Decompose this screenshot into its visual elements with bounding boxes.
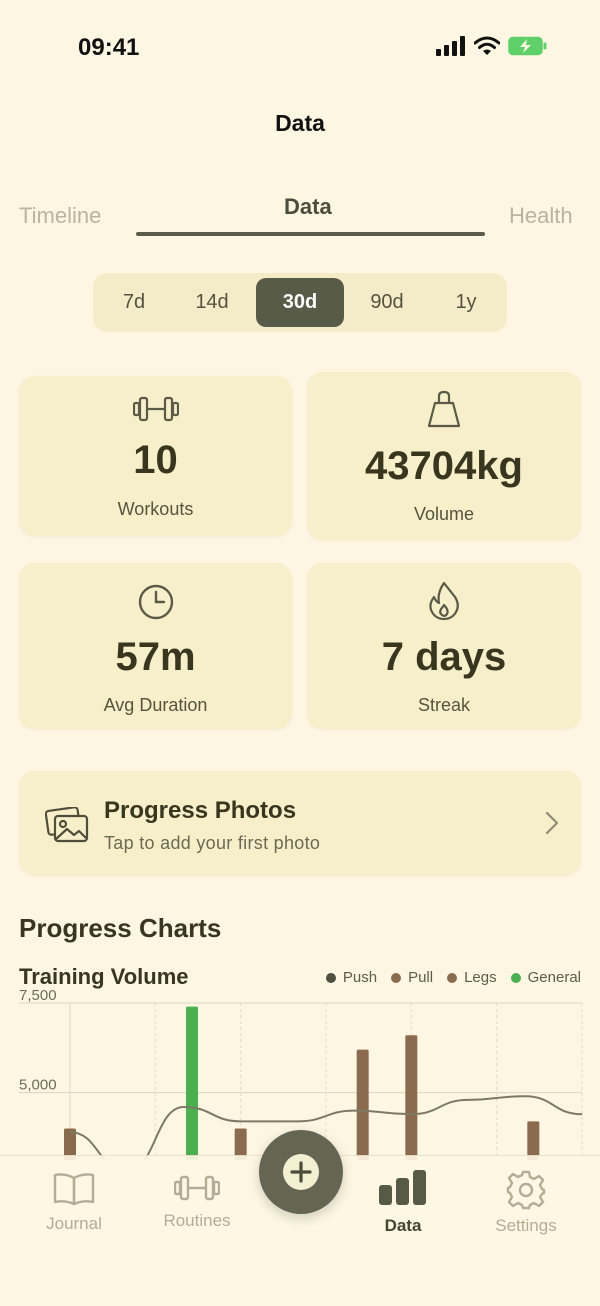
stat-label-volume: Volume [413,504,475,524]
y-tick-label: 7,500 [19,990,57,1004]
clock-icon [138,584,173,620]
dumbbell-icon [174,1175,220,1201]
range-1y[interactable]: 1y [435,278,497,327]
tabbar-label-data: Data [384,1216,422,1235]
legend-label-legs: Legs [464,969,497,986]
status-icons [436,36,548,56]
bar-pull-3[interactable] [356,1049,369,1160]
stat-value-volume: 43704kg [365,444,523,488]
legend-dot-pull [391,972,402,983]
stat-value-avg-duration: 57m [115,635,196,679]
stat-card-streak[interactable]: 7 days Streak [307,563,581,729]
bar-general-1[interactable] [186,1006,198,1160]
chevron-right-icon [545,811,559,835]
legend-label-push: Push [342,969,378,986]
tabbar-label-routines: Routines [163,1211,231,1230]
legend-dot-push [325,972,336,983]
legend-label-pull: Pull [408,969,434,986]
tabbar-journal[interactable]: Journal [14,1156,134,1236]
chart-title: Training Volume [19,964,189,989]
range-90d[interactable]: 90d [353,278,421,327]
tab-active-indicator [136,232,485,236]
book-icon [53,1173,95,1206]
add-workout-button[interactable] [259,1130,343,1214]
tab-health[interactable]: Health [509,203,573,229]
tab-timeline[interactable]: Timeline [19,203,101,229]
dumbbell-icon [132,396,179,422]
battery-charging-icon [508,36,547,56]
legend-dot-general [510,972,521,983]
tabbar-settings[interactable]: Settings [466,1156,586,1236]
tabbar-label-journal: Journal [46,1214,102,1233]
status-bar: 09:41 [0,0,600,100]
fab-inner-circle [283,1154,319,1190]
tabbar-routines[interactable]: Routines [137,1156,257,1236]
bar-chart-icon [379,1170,426,1205]
range-selector: 7d 14d 30d 90d 1y [93,273,507,332]
kettlebell-icon [427,390,461,428]
photos-icon [45,807,89,843]
range-7d[interactable]: 7d [103,278,165,327]
range-14d[interactable]: 14d [179,278,245,327]
stat-label-avg-duration: Avg Duration [103,695,208,715]
tab-data[interactable]: Data [284,194,332,220]
range-30d[interactable]: 30d [256,278,344,327]
stat-label-workouts: Workouts [117,499,194,519]
progress-photos-subtitle: Tap to add your first photo [104,833,321,853]
progress-photos-card[interactable]: Progress Photos Tap to add your first ph… [19,771,581,875]
bar-pull-4[interactable] [405,1035,418,1160]
page-title: Data [275,110,325,136]
stat-card-volume[interactable]: 43704kg Volume [307,372,581,540]
legend-item-legs: Legs [447,969,497,986]
wifi-icon [474,36,500,55]
y-tick-label: 5,000 [19,1077,57,1094]
stat-value-streak: 7 days [381,635,507,679]
gear-icon [506,1170,546,1210]
flame-icon [429,581,459,621]
status-time: 09:41 [78,34,140,61]
tabbar-data[interactable]: Data [343,1156,463,1236]
stat-value-workouts: 10 [133,438,178,482]
stat-label-streak: Streak [417,695,471,715]
tabbar-label-settings: Settings [495,1216,557,1235]
legend-item-push: Push [325,969,378,986]
stat-card-workouts[interactable]: 10 Workouts [19,376,292,536]
plus-icon [290,1161,312,1183]
progress-photos-title: Progress Photos [104,797,297,824]
chart-legend: Push Pull Legs General [325,969,581,986]
progress-charts-title: Progress Charts [19,913,222,943]
legend-label-general: General [527,969,581,986]
segment-tabs: Timeline Data Health [0,190,600,240]
legend-item-pull: Pull [391,969,433,986]
legend-item-general: General [510,969,581,986]
stat-card-avg-duration[interactable]: 57m Avg Duration [19,563,292,729]
cellular-signal-icon [436,36,465,56]
legend-dot-legs [447,972,458,983]
